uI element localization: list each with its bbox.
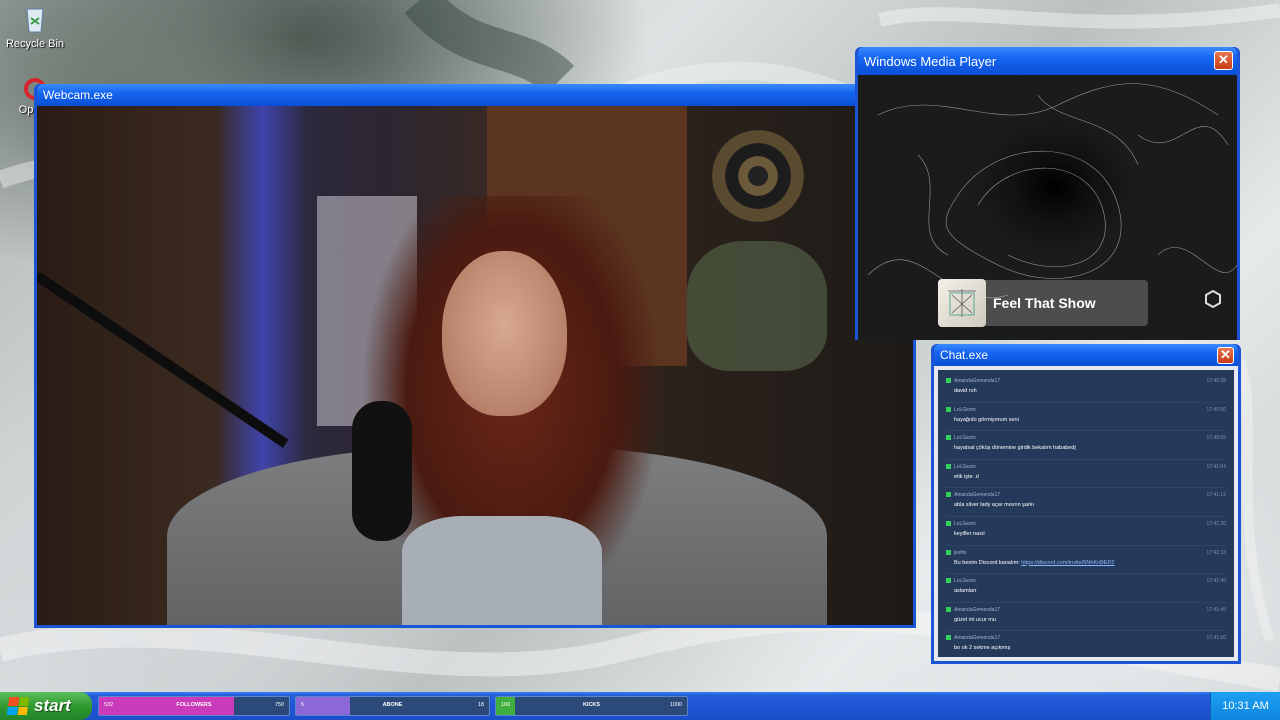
close-button[interactable]: ✕ bbox=[1214, 51, 1233, 70]
window-title: Windows Media Player bbox=[864, 53, 997, 69]
microphone bbox=[352, 401, 412, 541]
kicks-goal-bar: 100 KICKS 1000 bbox=[495, 696, 688, 716]
window-title: Chat.exe bbox=[940, 348, 989, 362]
chat-text: aslamlarr bbox=[954, 588, 977, 595]
chat-text: hayatsal çöküş dönemine girdik bekalım h… bbox=[954, 445, 1076, 452]
user-badge-icon bbox=[946, 606, 951, 612]
webcam-titlebar[interactable]: Webcam.exe bbox=[37, 84, 913, 106]
chat-message: LoLGezm 17:41:20 keyifler nasıl bbox=[946, 517, 1226, 546]
chat-username[interactable]: jkelfix bbox=[946, 549, 1226, 556]
close-icon: ✕ bbox=[1220, 347, 1231, 362]
chat-username[interactable]: LoLGezm bbox=[946, 578, 1226, 584]
chat-username[interactable]: LoLGezm bbox=[946, 406, 1226, 413]
chat-username[interactable]: AmandaGemenda17 bbox=[946, 492, 1226, 498]
chat-message: LoLGezm 17:40:50 hayağıdo görmiyorum seni bbox=[946, 403, 1226, 432]
chat-timestamp: 17:41:20 bbox=[1206, 520, 1226, 527]
chat-text: bo ok 2 sekme açıkmış bbox=[954, 645, 1011, 652]
chat-username[interactable]: AmandaGemenda17 bbox=[946, 635, 1226, 641]
album-art bbox=[938, 279, 986, 327]
chat-message: AmandaGemenda17 17:41:12 abla silver lady … bbox=[946, 488, 1226, 517]
chat-timestamp: 17:40:55 bbox=[1206, 435, 1226, 442]
windows-flag-icon bbox=[6, 697, 30, 715]
chat-text: hayağıdo görmiyorum seni bbox=[954, 416, 1019, 423]
user-badge-icon bbox=[946, 520, 951, 526]
media-player-window[interactable]: Windows Media Player ✕ Feel That Show bbox=[855, 47, 1240, 340]
chat-timestamp: 17:41:45 bbox=[1206, 606, 1226, 613]
chat-timestamp: 17:41:33 bbox=[1206, 549, 1226, 556]
followers-goal-bar: 532 FOLLOWERS 750 bbox=[98, 696, 290, 716]
chat-text: Bu benim Discord kanalım: https://discor… bbox=[954, 559, 1115, 566]
user-badge-icon bbox=[946, 549, 951, 555]
goal-label: ABONE bbox=[382, 702, 403, 708]
recycle-bin-icon bbox=[20, 4, 50, 34]
close-icon: ✕ bbox=[1218, 52, 1229, 67]
now-playing-card: Feel That Show bbox=[938, 279, 1148, 327]
chat-titlebar[interactable]: Chat.exe ✕ bbox=[934, 344, 1238, 366]
goal-label: FOLLOWERS bbox=[176, 702, 212, 708]
chat-message: LoLGezm 17:41:04 etik işte .d bbox=[946, 460, 1226, 489]
chat-message-list[interactable]: AmandaGemenda17 17:40:38 david ruh LoLGezm 1… bbox=[938, 370, 1234, 657]
chat-username[interactable]: LoLGezm bbox=[946, 435, 1226, 441]
desktop-icon-label: Recycle Bin bbox=[5, 38, 65, 50]
chat-body: AmandaGemenda17 17:40:38 david ruh LoLGezm 1… bbox=[934, 366, 1238, 661]
chat-timestamp: 17:41:04 bbox=[1206, 463, 1226, 470]
user-badge-icon bbox=[946, 492, 951, 498]
clock: 10:31 AM bbox=[1222, 700, 1269, 712]
dartboard bbox=[712, 130, 804, 222]
webcam-feed bbox=[37, 106, 913, 625]
chat-timestamp: 17:40:50 bbox=[1206, 406, 1226, 413]
chat-timestamp: 17:40:38 bbox=[1206, 378, 1226, 384]
system-tray-clock[interactable]: 10:31 AM bbox=[1210, 692, 1280, 720]
media-player-titlebar[interactable]: Windows Media Player ✕ bbox=[858, 47, 1237, 75]
chat-username[interactable]: AmandaGemenda17 bbox=[946, 378, 1226, 384]
start-button[interactable]: start bbox=[0, 692, 92, 720]
start-label: start bbox=[34, 696, 71, 715]
chat-text: keyifler nasıl bbox=[954, 530, 985, 537]
chat-text: david ruh bbox=[954, 388, 977, 394]
chat-message: LoLGezm 17:41:40 aslamlarr bbox=[946, 574, 1226, 603]
window-title: Webcam.exe bbox=[43, 88, 113, 102]
close-button[interactable]: ✕ bbox=[1217, 347, 1234, 364]
chat-username[interactable]: LoLGezm bbox=[946, 463, 1226, 470]
user-badge-icon bbox=[946, 435, 951, 441]
chat-username[interactable]: AmandaGemenda17 bbox=[946, 606, 1226, 613]
user-badge-icon bbox=[946, 635, 951, 641]
chat-timestamp: 17:41:40 bbox=[1206, 578, 1226, 585]
user-badge-icon bbox=[946, 463, 951, 469]
goal-max: 18 bbox=[477, 702, 484, 708]
chat-message: LoLGezm 17:40:55 hayatsal çöküş dönemine g… bbox=[946, 431, 1226, 460]
chat-message: jkelfix 17:41:33 Bu benim Discord kanalım:… bbox=[946, 546, 1226, 575]
user-badge-icon bbox=[946, 406, 951, 412]
streamer-face bbox=[442, 251, 567, 416]
chat-text: abla silver lady açar mısınn şarkı bbox=[954, 502, 1035, 509]
visualizer: Feel That Show bbox=[858, 75, 1237, 340]
chat-timestamp: 17:41:12 bbox=[1206, 492, 1226, 499]
song-title: Feel That Show bbox=[993, 295, 1096, 311]
chat-message: AmandaGemenda17 17:40:38 david ruh bbox=[946, 374, 1226, 403]
goal-label: KICKS bbox=[582, 702, 601, 708]
user-badge-icon bbox=[946, 578, 951, 584]
user-badge-icon bbox=[946, 378, 951, 383]
chat-text: etik işte .d bbox=[954, 473, 979, 480]
chat-window[interactable]: Chat.exe ✕ AmandaGemenda17 17:40:38 david … bbox=[931, 344, 1241, 664]
goal-max: 1000 bbox=[669, 702, 682, 708]
chat-link[interactable]: https://discord.com/invite/5NhKnBEPZ bbox=[1021, 560, 1114, 566]
chat-text: güzel mi ucur mu bbox=[954, 616, 996, 623]
chat-message: AmandaGemenda17 17:41:45 güzel mi ucur mu bbox=[946, 603, 1226, 632]
chat-message: AmandaGemenda17 17:41:50 bo ok 2 sekme açı… bbox=[946, 631, 1226, 657]
abone-goal-bar: 5 ABONE 18 bbox=[295, 696, 490, 716]
hexagon-icon bbox=[1205, 289, 1221, 309]
goal-max: 750 bbox=[274, 702, 284, 708]
desktop-icon-label: Op bbox=[18, 104, 34, 116]
desktop-icon-recycle-bin[interactable]: Recycle Bin bbox=[0, 4, 70, 50]
chat-username[interactable]: LoLGezm bbox=[946, 520, 1226, 527]
chat-timestamp: 17:41:50 bbox=[1206, 635, 1226, 642]
webcam-window[interactable]: Webcam.exe bbox=[34, 84, 916, 628]
